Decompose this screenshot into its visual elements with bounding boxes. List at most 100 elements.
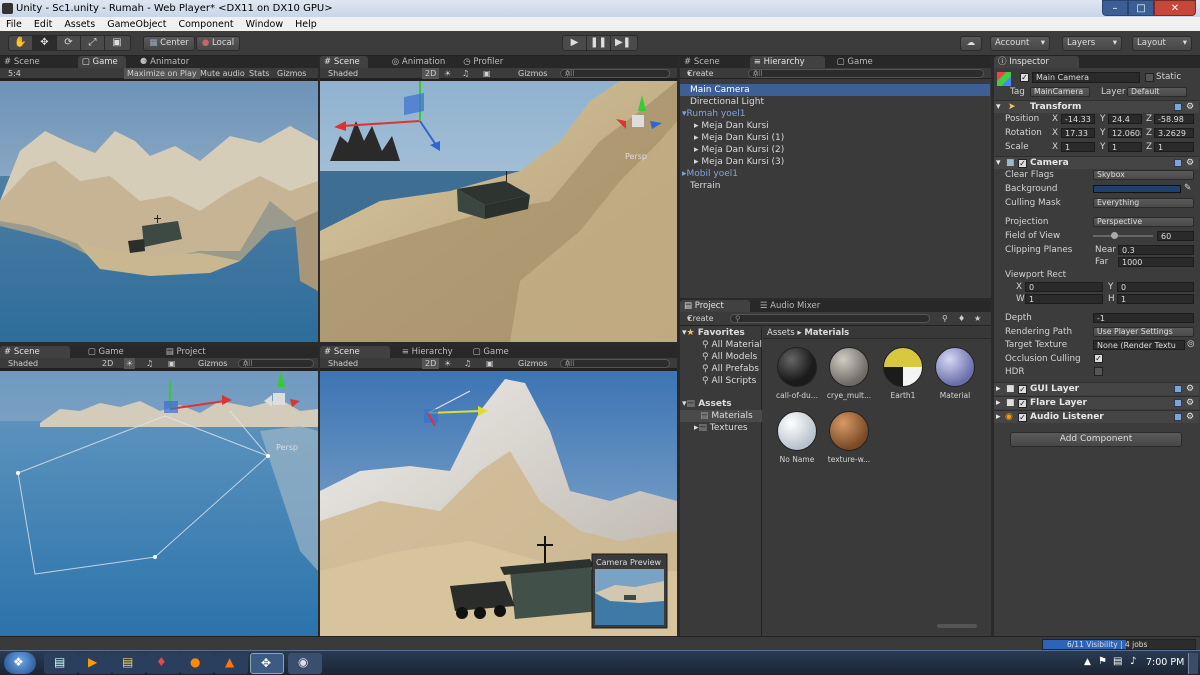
breadcrumb-materials[interactable]: Materials bbox=[804, 328, 849, 338]
gizmos-dropdown[interactable]: Gizmos bbox=[277, 68, 306, 79]
hierarchy-item-directional-light[interactable]: Directional Light bbox=[680, 96, 990, 108]
move-tool-icon[interactable]: ✥ bbox=[33, 36, 57, 50]
rotation-z-field[interactable]: 3.2629 bbox=[1154, 128, 1194, 138]
help-icon[interactable] bbox=[1174, 103, 1182, 111]
tab-game[interactable]: ▢ Game bbox=[469, 346, 517, 358]
menu-file[interactable]: File bbox=[4, 19, 24, 30]
audio-toggle-icon[interactable]: ♫ bbox=[462, 68, 469, 79]
taskbar-browser-app[interactable]: ◉ bbox=[288, 653, 322, 674]
filter-label-icon[interactable]: ♦ bbox=[958, 312, 965, 326]
filter-type-icon[interactable]: ⚲ bbox=[942, 312, 948, 326]
viewport-y-field[interactable]: 0 bbox=[1117, 282, 1194, 292]
viewport-x-field[interactable]: 0 bbox=[1025, 282, 1103, 292]
effects-toggle-icon[interactable]: ▣ bbox=[483, 68, 491, 79]
shading-mode-dropdown[interactable]: Shaded bbox=[328, 358, 358, 369]
tab-scene[interactable]: # Scene bbox=[680, 56, 728, 68]
asset-material[interactable]: Material bbox=[925, 347, 985, 400]
favorites-header[interactable]: ▾★ Favorites bbox=[680, 327, 762, 339]
settings-gear-icon[interactable]: ⚙ bbox=[1186, 411, 1194, 423]
frustum-handle[interactable] bbox=[16, 471, 20, 475]
cloud-button[interactable]: ☁ bbox=[960, 36, 982, 51]
menu-edit[interactable]: Edit bbox=[32, 19, 54, 30]
flare-layer-header[interactable]: ▸ ■ ✓ Flare Layer ⚙ bbox=[994, 396, 1199, 409]
scale-z-field[interactable]: 1 bbox=[1154, 142, 1194, 152]
menu-assets[interactable]: Assets bbox=[62, 19, 97, 30]
hierarchy-item-terrain[interactable]: Terrain bbox=[680, 180, 990, 192]
tab-game[interactable]: ▢ Game bbox=[833, 56, 881, 68]
close-button[interactable]: ✕ bbox=[1154, 0, 1196, 16]
help-icon[interactable] bbox=[1174, 399, 1182, 407]
start-button[interactable]: ❖ bbox=[4, 652, 36, 674]
tray-flag-icon[interactable]: ⚑ bbox=[1098, 656, 1107, 667]
scene-search-input[interactable]: ⚲ All bbox=[560, 359, 670, 368]
game-viewport[interactable] bbox=[0, 81, 318, 342]
asset-material[interactable]: crye_mult... bbox=[819, 347, 879, 400]
rendering-path-dropdown[interactable]: Use Player Settings bbox=[1093, 327, 1194, 337]
assets-root-folder[interactable]: ▾▤ Assets bbox=[680, 398, 762, 410]
scale-y-field[interactable]: 1 bbox=[1108, 142, 1142, 152]
gizmos-dropdown[interactable]: Gizmos bbox=[198, 358, 227, 369]
play-button[interactable]: ▶ bbox=[563, 36, 587, 50]
maximize-button[interactable]: □ bbox=[1128, 0, 1154, 16]
scene-viewport[interactable]: Camera Preview bbox=[320, 371, 677, 636]
tray-show-hidden-icon[interactable]: ▲ bbox=[1084, 657, 1091, 667]
hand-tool-icon[interactable]: ✋ bbox=[9, 36, 33, 50]
hierarchy-item-meja-3[interactable]: ▸ Meja Dan Kursi (3) bbox=[680, 156, 990, 168]
audio-listener-checkbox[interactable]: ✓ bbox=[1018, 413, 1027, 422]
viewport-h-field[interactable]: 1 bbox=[1117, 294, 1194, 304]
tab-project[interactable]: ▤ Project bbox=[680, 300, 750, 312]
background-color-swatch[interactable] bbox=[1093, 185, 1181, 193]
maximize-on-play-toggle[interactable]: Maximize on Play bbox=[124, 68, 200, 79]
far-field[interactable]: 1000 bbox=[1118, 257, 1194, 267]
asset-material[interactable]: Earth1 bbox=[873, 347, 933, 400]
folder-materials[interactable]: ▤ Materials bbox=[680, 410, 762, 422]
collapse-arrow-icon[interactable]: ▸ bbox=[694, 145, 699, 155]
lighting-toggle-icon[interactable]: ☀ bbox=[444, 358, 451, 369]
fov-slider-handle[interactable] bbox=[1111, 232, 1118, 239]
culling-mask-dropdown[interactable]: Everything bbox=[1093, 198, 1194, 208]
fov-slider-track[interactable] bbox=[1093, 235, 1153, 237]
hierarchy-item-meja-0[interactable]: ▸ Meja Dan Kursi bbox=[680, 120, 990, 132]
favorite-item[interactable]: ⚲ All Models bbox=[680, 351, 762, 363]
breadcrumb-assets[interactable]: Assets bbox=[767, 328, 795, 338]
frustum-handle[interactable] bbox=[266, 454, 270, 458]
taskbar-explorer-app[interactable]: ▤ bbox=[44, 653, 78, 674]
position-z-field[interactable]: -58.98 bbox=[1154, 114, 1194, 124]
tab-hierarchy[interactable]: ≡ Hierarchy bbox=[749, 56, 825, 68]
minimize-button[interactable]: – bbox=[1102, 0, 1128, 16]
layers-dropdown[interactable]: Layers ▾ bbox=[1062, 36, 1122, 51]
2d-toggle[interactable]: 2D bbox=[102, 358, 113, 369]
folder-textures[interactable]: ▸▤ Textures bbox=[680, 422, 762, 434]
create-dropdown[interactable]: Create ▾ bbox=[687, 68, 714, 79]
scene-viewport[interactable]: Persp bbox=[0, 371, 318, 636]
asset-material[interactable]: call-of-du... bbox=[767, 347, 827, 400]
tray-volume-icon[interactable]: ♪ bbox=[1130, 656, 1136, 667]
shading-mode-dropdown[interactable]: Shaded bbox=[328, 68, 358, 79]
menu-help[interactable]: Help bbox=[293, 19, 319, 30]
pivot-toggle-button[interactable]: ▦ Center bbox=[143, 36, 195, 51]
occlusion-culling-checkbox[interactable]: ✓ bbox=[1094, 354, 1103, 363]
add-component-button[interactable]: Add Component bbox=[1010, 432, 1182, 447]
position-y-field[interactable]: 24.4 bbox=[1108, 114, 1142, 124]
favorite-item[interactable]: ⚲ All Material bbox=[680, 339, 762, 351]
tab-animation[interactable]: ◎ Animation bbox=[388, 56, 453, 68]
tab-inspector[interactable]: ⓘ Inspector bbox=[994, 56, 1079, 68]
menu-component[interactable]: Component bbox=[176, 19, 235, 30]
layout-dropdown[interactable]: Layout ▾ bbox=[1132, 36, 1192, 51]
help-icon[interactable] bbox=[1174, 159, 1182, 167]
rotation-y-field[interactable]: 12.0608 bbox=[1108, 128, 1142, 138]
transform-header[interactable]: ▾ ➤ Transform ⚙ bbox=[994, 100, 1199, 113]
settings-gear-icon[interactable]: ⚙ bbox=[1186, 157, 1194, 169]
lighting-toggle-icon[interactable]: ☀ bbox=[444, 68, 451, 79]
taskbar-media-app[interactable]: ▶ bbox=[78, 653, 112, 674]
2d-toggle[interactable]: 2D bbox=[422, 358, 440, 369]
aspect-dropdown[interactable]: 5:4 bbox=[8, 68, 21, 79]
tab-scene[interactable]: # Scene bbox=[0, 346, 70, 358]
taskbar-red-app[interactable]: ♦ bbox=[146, 653, 180, 674]
rect-tool-icon[interactable]: ▣ bbox=[105, 36, 129, 50]
settings-gear-icon[interactable]: ⚙ bbox=[1186, 383, 1194, 395]
asset-material[interactable]: texture-w... bbox=[819, 411, 879, 464]
lighting-toggle-icon[interactable]: ☀ bbox=[124, 358, 136, 369]
fov-field[interactable]: 60 bbox=[1157, 231, 1194, 241]
taskbar-firefox-app[interactable]: ● bbox=[180, 653, 214, 674]
